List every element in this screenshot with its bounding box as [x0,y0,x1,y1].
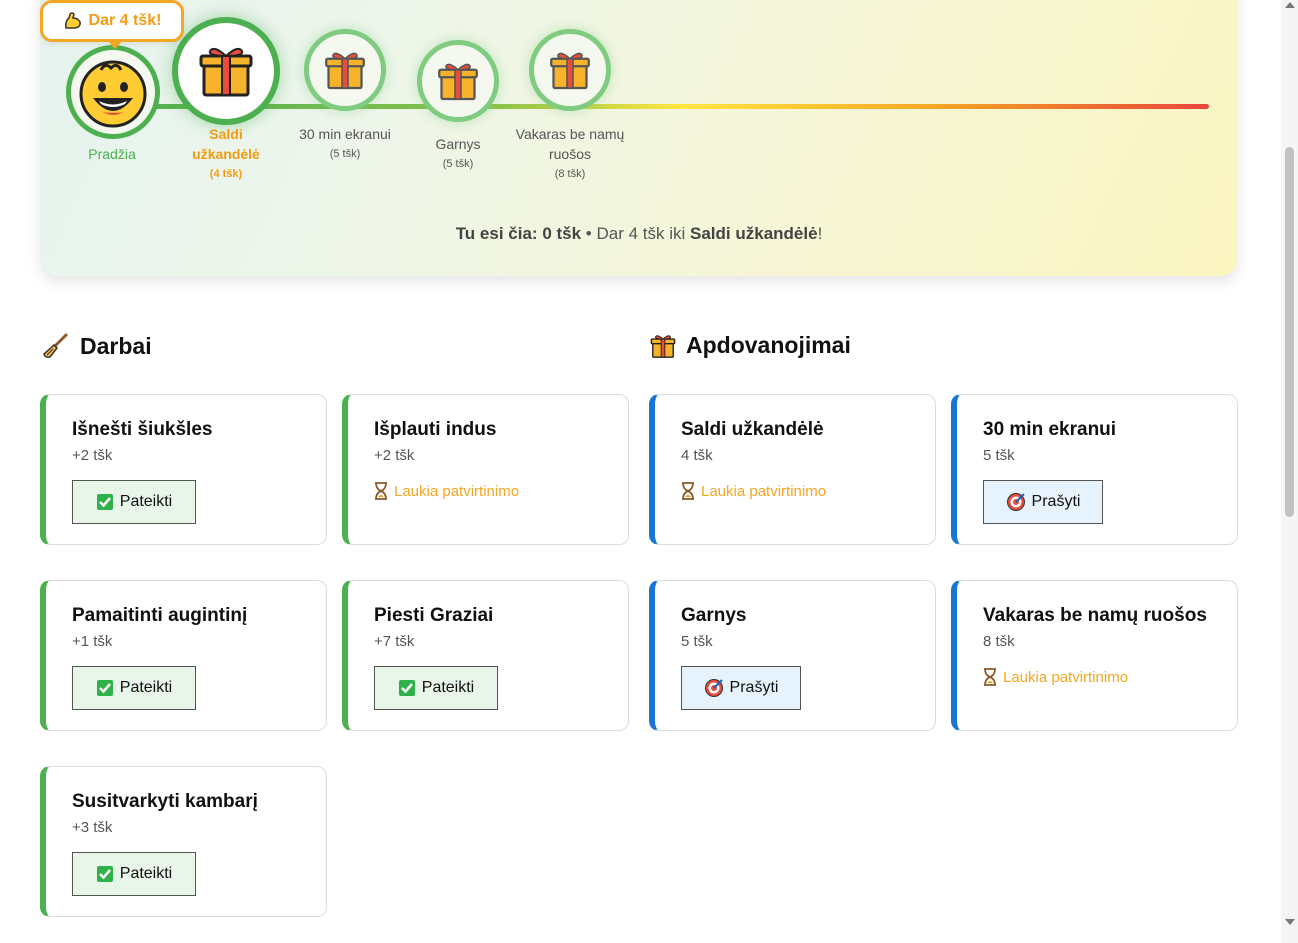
smiley-face-icon [79,60,147,128]
chore-title: Išnešti šiukšles [72,419,213,440]
pending-status: Laukia patvirtinimo [681,482,826,500]
gift-icon [199,47,253,97]
reward-points: 4 tšk [681,447,713,464]
check-box-icon [398,680,415,696]
reward-card: Vakaras be namų ruošos 8 tšk Laukia patv… [951,580,1238,731]
chore-title: Išplauti indus [374,419,497,440]
reward-points: 8 tšk [983,633,1015,650]
node-label: 30 min ekranui (5 tšk) [299,126,391,160]
target-icon [704,679,723,697]
submit-button[interactable]: Pateikti [374,666,498,710]
chore-card: Susitvarkyti kambarį +3 tšk Pateikti [40,766,327,917]
chore-card: Išplauti indus +2 tšk Laukia patvirtinim… [342,394,629,545]
broom-icon [43,333,68,358]
reward-node-current [172,17,280,125]
check-box-icon [96,680,113,696]
chore-title: Susitvarkyti kambarį [72,791,258,812]
chore-points: +7 tšk [374,633,415,650]
reward-node [417,40,499,122]
vertical-scrollbar[interactable] [1281,0,1298,943]
hourglass-icon [984,668,996,686]
reward-title: Saldi užkandėlė [681,419,824,440]
check-box-icon [96,494,113,510]
points-remaining-bubble: Dar 4 tšk! [40,0,184,49]
gift-icon [650,334,676,358]
pending-status: Laukia patvirtinimo [983,668,1128,686]
reward-card: Saldi užkandėlė 4 tšk Laukia patvirtinim… [649,394,936,545]
chore-title: Piesti Graziai [374,605,494,626]
chore-title: Pamaitinti augintinį [72,605,248,626]
scroll-thumb[interactable] [1285,147,1294,517]
pending-status: Laukia patvirtinimo [374,482,519,500]
chore-points: +2 tšk [72,447,113,464]
reward-title: Garnys [681,605,747,626]
gift-icon [325,52,365,90]
scroll-up-arrow-icon[interactable] [1285,2,1295,8]
reward-points: 5 tšk [983,447,1015,464]
chore-card: Piesti Graziai +7 tšk Pateikti [342,580,629,731]
gift-icon [550,52,590,90]
node-label: Vakaras be namų ruošos (8 tšk) [515,126,625,180]
request-button[interactable]: Prašyti [681,666,801,710]
reward-node [529,29,611,111]
chore-points: +2 tšk [374,447,415,464]
reward-points: 5 tšk [681,633,713,650]
chores-section-title: Darbai [42,332,152,360]
reward-card: Garnys 5 tšk Prašyti [649,580,936,731]
submit-button[interactable]: Pateikti [72,666,196,710]
scroll-down-arrow-icon[interactable] [1285,919,1295,925]
node-label: Garnys (5 tšk) [435,136,481,170]
hourglass-icon [375,482,387,500]
node-label-start: Pradžia [88,146,136,162]
submit-button[interactable]: Pateikti [72,480,196,524]
progress-status: Tu esi čia: 0 tšk • Dar 4 tšk iki Saldi … [455,224,823,243]
chore-points: +1 tšk [72,633,113,650]
rewards-section-title: Apdovanojimai [650,332,851,359]
chore-card: Pamaitinti augintinį +1 tšk Pateikti [40,580,327,731]
submit-button[interactable]: Pateikti [72,852,196,896]
chore-points: +3 tšk [72,819,113,836]
hourglass-icon [682,482,694,500]
progress-track [112,104,1209,109]
reward-node [304,29,386,111]
avatar-node [66,45,160,139]
request-button[interactable]: Prašyti [983,480,1103,524]
chore-card: Išnešti šiukšles +2 tšk Pateikti [40,394,327,545]
reward-title: Vakaras be namų ruošos [983,605,1207,626]
reward-title: 30 min ekranui [983,419,1117,440]
reward-card: 30 min ekranui 5 tšk Prašyti [951,394,1238,545]
check-box-icon [96,866,113,882]
target-icon [1006,493,1025,511]
node-label-current: Saldi užkandėlė (4 tšk) [192,126,260,180]
flexed-arm-icon [64,12,81,29]
gift-icon [438,63,478,101]
